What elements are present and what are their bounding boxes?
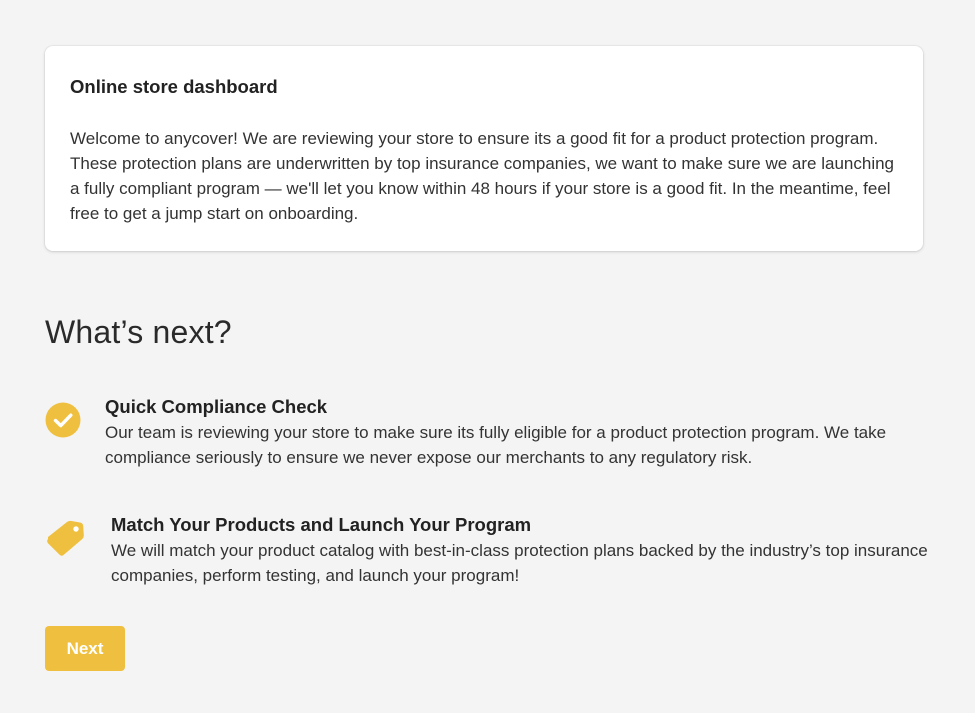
step-title: Quick Compliance Check (105, 396, 328, 417)
price-tag-icon (46, 518, 86, 558)
dashboard-card: Online store dashboard Welcome to anycov… (45, 46, 923, 251)
step-title: Match Your Products and Launch Your Prog… (111, 514, 532, 535)
step-description: Our team is reviewing your store to make… (105, 423, 887, 467)
step-text: Quick Compliance Check Our team is revie… (105, 394, 930, 470)
step-text: Match Your Products and Launch Your Prog… (111, 512, 930, 588)
next-button[interactable]: Next (45, 626, 125, 671)
whats-next-heading: What’s next? (45, 314, 232, 350)
card-welcome-text: Welcome to anycover! We are reviewing yo… (70, 129, 895, 223)
check-circle-icon (45, 402, 81, 438)
card-title: Online store dashboard (70, 76, 278, 97)
step-description: We will match your product catalog with … (111, 541, 928, 585)
